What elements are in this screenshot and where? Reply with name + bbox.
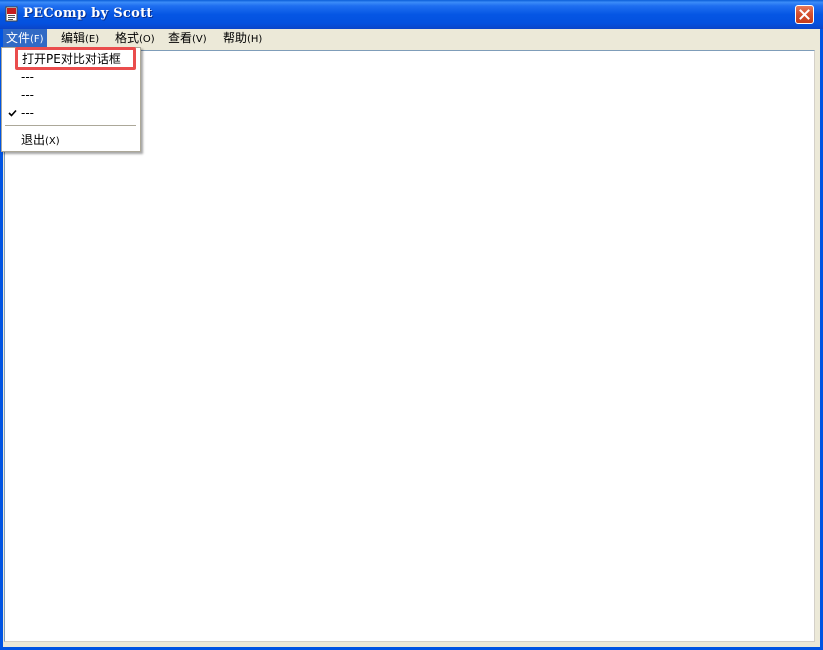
file-menu-dropdown: 打开PE对比对话框 --- --- --- 退出(X): [1, 47, 141, 152]
menu-view[interactable]: 查看(V): [165, 29, 210, 47]
menu-format[interactable]: 格式(O): [112, 29, 158, 47]
menu-item-recent-2[interactable]: ---: [4, 86, 138, 104]
menu-edit[interactable]: 编辑(E): [58, 29, 102, 47]
window-title: PEComp by Scott: [23, 6, 153, 21]
menu-separator: [5, 125, 136, 126]
menu-file-label: 文件: [6, 31, 31, 45]
app-window: PEComp by Scott 文件(F) 编辑(E) 格式(O) 查看(V) …: [0, 0, 823, 650]
exit-accel-text: (X): [45, 136, 60, 147]
menu-view-label: 查看: [168, 31, 193, 45]
menu-item-exit[interactable]: 退出(X): [4, 131, 138, 149]
menu-item-exit-label: 退出(X): [21, 131, 60, 151]
exit-label-text: 退出: [21, 133, 46, 147]
menu-item-recent-2-label: ---: [21, 88, 34, 102]
app-icon[interactable]: [5, 6, 19, 22]
menu-item-open-pe-compare-label: 打开PE对比对话框: [22, 52, 121, 66]
title-bar[interactable]: PEComp by Scott: [0, 0, 823, 29]
checkmark-icon: [8, 104, 17, 127]
menu-item-recent-1[interactable]: ---: [4, 68, 138, 86]
menu-item-open-pe-compare[interactable]: 打开PE对比对话框: [4, 50, 138, 68]
close-button[interactable]: [795, 5, 814, 24]
menu-edit-accel: (E): [85, 34, 100, 45]
close-icon: [799, 9, 810, 20]
menu-help-label: 帮助: [223, 31, 248, 45]
menu-format-label: 格式: [115, 31, 140, 45]
menu-help[interactable]: 帮助(H): [220, 29, 265, 47]
menu-file-accel: (F): [30, 34, 44, 45]
menu-file[interactable]: 文件(F): [3, 29, 47, 47]
menu-format-accel: (O): [139, 34, 155, 45]
menu-item-recent-1-label: ---: [21, 70, 34, 84]
menu-help-accel: (H): [247, 34, 263, 45]
menu-item-recent-3-label: ---: [21, 106, 34, 120]
menu-view-accel: (V): [192, 34, 207, 45]
menu-edit-label: 编辑: [61, 31, 86, 45]
menu-item-recent-3[interactable]: ---: [4, 104, 138, 122]
menu-bar: 文件(F) 编辑(E) 格式(O) 查看(V) 帮助(H): [3, 29, 820, 47]
